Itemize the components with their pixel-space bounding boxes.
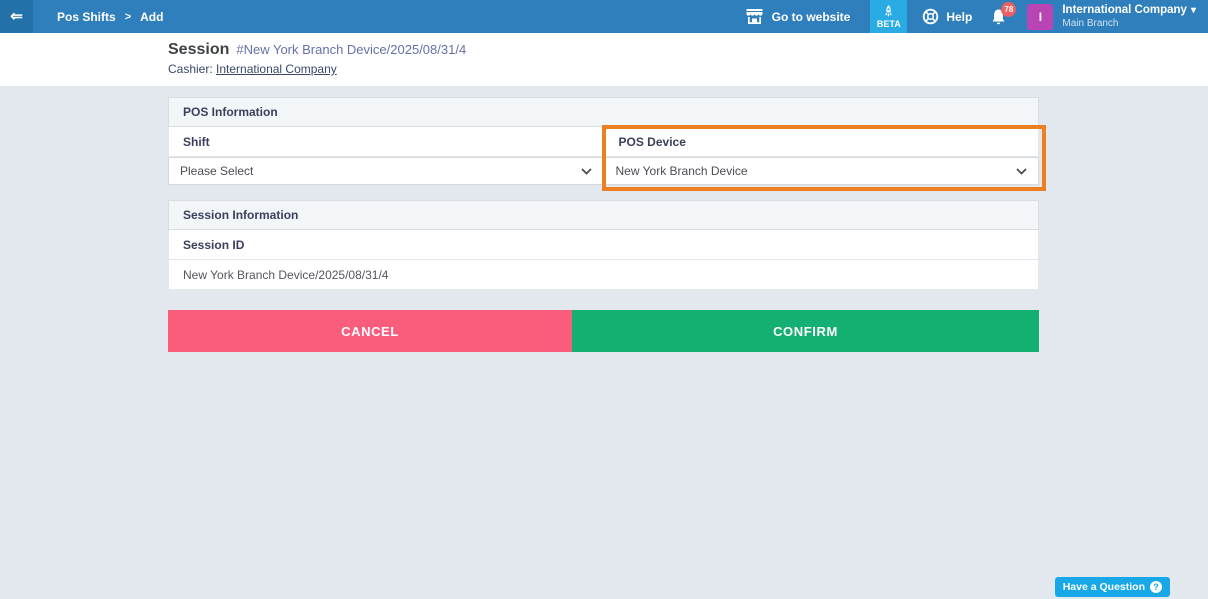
shift-select-value: Please Select	[180, 164, 253, 178]
help-label: Help	[946, 10, 972, 24]
cashier-label: Cashier:	[168, 62, 213, 76]
content-area: POS Information Shift POS Device Please …	[0, 86, 1208, 599]
help-button[interactable]: Help	[922, 8, 972, 25]
cashier-line: Cashier: International Company	[168, 62, 1208, 76]
cancel-button[interactable]: CANCEL	[168, 310, 572, 352]
pos-device-select[interactable]: New York Branch Device	[604, 157, 1040, 185]
session-id-value: New York Branch Device/2025/08/31/4	[168, 260, 1039, 290]
session-information-panel: Session Information Session ID New York …	[168, 200, 1039, 290]
back-arrow-icon: ⇐	[10, 9, 23, 24]
storefront-icon	[745, 9, 764, 24]
notification-count-badge: 78	[1001, 2, 1016, 17]
chevron-down-icon	[1016, 168, 1027, 175]
cashier-link[interactable]: International Company	[216, 62, 337, 76]
go-to-website-button[interactable]: Go to website	[745, 9, 851, 24]
session-reference: #New York Branch Device/2025/08/31/4	[236, 42, 466, 57]
shift-label: Shift	[168, 127, 604, 157]
page-header: Session #New York Branch Device/2025/08/…	[0, 33, 1208, 86]
rocket-icon	[883, 5, 894, 18]
pos-device-label: POS Device	[604, 127, 1040, 157]
user-menu[interactable]: I International Company▾ Main Branch	[1027, 3, 1196, 30]
pos-information-header: POS Information	[168, 97, 1039, 127]
breadcrumb: Pos Shifts > Add	[57, 10, 163, 24]
lifebuoy-icon	[922, 8, 939, 25]
go-to-website-label: Go to website	[772, 10, 851, 24]
collapse-menu-button[interactable]: ⇐	[0, 0, 33, 33]
pos-information-panel: POS Information Shift POS Device Please …	[168, 97, 1039, 185]
chevron-down-icon	[581, 168, 592, 175]
have-a-question-button[interactable]: Have a Question ?	[1055, 577, 1170, 597]
session-id-label: Session ID	[168, 230, 1039, 260]
breadcrumb-separator: >	[125, 11, 131, 23]
topbar-right: Go to website BETA	[745, 0, 1208, 33]
user-company-name: International Company▾	[1062, 3, 1196, 18]
have-a-question-label: Have a Question	[1063, 581, 1145, 593]
pos-device-select-value: New York Branch Device	[616, 164, 748, 178]
avatar: I	[1027, 4, 1053, 30]
top-bar: ⇐ Pos Shifts > Add Go to website	[0, 0, 1208, 33]
confirm-button[interactable]: CONFIRM	[572, 310, 1039, 352]
breadcrumb-pos-shifts[interactable]: Pos Shifts	[57, 10, 116, 24]
user-branch-name: Main Branch	[1062, 18, 1196, 31]
beta-label: BETA	[877, 19, 901, 29]
user-text: International Company▾ Main Branch	[1062, 3, 1196, 30]
notifications-button[interactable]: 78	[990, 8, 1007, 26]
shift-select[interactable]: Please Select	[168, 157, 604, 185]
session-information-header: Session Information	[168, 200, 1039, 230]
action-buttons: CANCEL CONFIRM	[168, 310, 1039, 352]
beta-badge[interactable]: BETA	[870, 0, 907, 33]
caret-down-icon: ▾	[1191, 5, 1196, 16]
breadcrumb-add: Add	[140, 10, 163, 24]
page-title: Session	[168, 41, 229, 59]
question-mark-icon: ?	[1150, 581, 1162, 593]
